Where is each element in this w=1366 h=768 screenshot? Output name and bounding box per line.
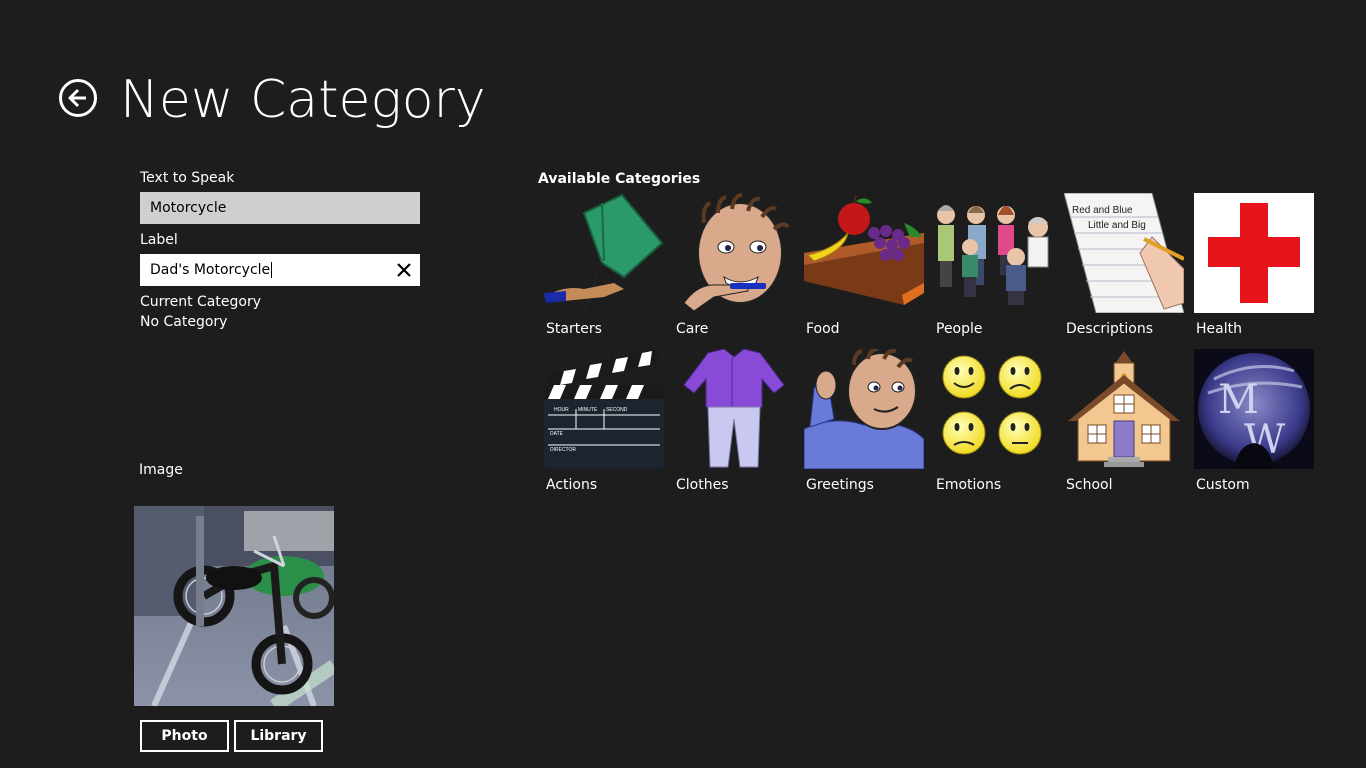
schoolhouse-icon: [1064, 349, 1184, 469]
clapperboard-icon: HOUR MINUTE SECOND DATE DIRECTOR: [544, 349, 664, 469]
smileys-icon: [934, 349, 1054, 469]
toothbrush-boy-icon: [674, 193, 794, 313]
clapper-field-hour: HOUR: [554, 407, 569, 413]
waving-boy-icon: [804, 349, 924, 469]
image-label: Image: [139, 462, 183, 478]
category-label: Descriptions: [1066, 321, 1154, 337]
flag-icon: [544, 193, 664, 313]
category-label: Food: [806, 321, 840, 337]
category-tile-actions[interactable]: HOUR MINUTE SECOND DATE DIRECTOR Actions: [544, 349, 664, 495]
category-label: Actions: [546, 477, 598, 493]
category-tile-care[interactable]: Care: [674, 193, 794, 339]
category-label: People: [936, 321, 983, 337]
category-label: Custom: [1196, 477, 1250, 493]
clothes-icon: [674, 349, 794, 469]
label-value: Dad's Motorcycle: [150, 262, 271, 278]
label-input[interactable]: Dad's Motorcycle: [140, 254, 420, 286]
motorcycle-image: [134, 506, 334, 706]
category-tile-emotions[interactable]: Emotions: [934, 349, 1054, 495]
category-tile-custom[interactable]: M W Custom: [1194, 349, 1314, 495]
food-icon: [804, 193, 924, 313]
page-title: New Category: [120, 70, 486, 130]
clapper-field-second: SECOND: [606, 407, 628, 413]
label-label: Label: [140, 232, 178, 248]
photo-button[interactable]: Photo: [140, 720, 229, 752]
clapper-field-minute: MINUTE: [578, 407, 598, 413]
category-tile-clothes[interactable]: Clothes: [674, 349, 794, 495]
app-window: New Category Text to Speak Motorcycle La…: [0, 0, 1366, 768]
current-category-label: Current Category: [140, 294, 261, 310]
red-cross-icon: [1194, 193, 1314, 313]
category-tile-starters[interactable]: Starters: [544, 193, 664, 339]
category-label: Health: [1196, 321, 1242, 337]
writing-icon: Red and Blue Little and Big: [1064, 193, 1184, 313]
back-button[interactable]: [59, 79, 97, 117]
people-icon: [934, 193, 1054, 313]
descriptions-text-line1: Red and Blue: [1072, 205, 1133, 216]
text-to-speak-input[interactable]: Motorcycle: [140, 192, 420, 224]
category-form: Text to Speak Motorcycle Label Dad's Mot…: [140, 168, 422, 332]
category-tile-food[interactable]: Food: [804, 193, 924, 339]
category-tile-greetings[interactable]: Greetings: [804, 349, 924, 495]
category-tile-people[interactable]: People: [934, 193, 1054, 339]
descriptions-text-line2: Little and Big: [1088, 220, 1146, 231]
category-label: Care: [676, 321, 709, 337]
motorcycle-photo: [134, 506, 334, 706]
category-label: Emotions: [936, 477, 1002, 493]
library-button[interactable]: Library: [234, 720, 323, 752]
category-label: School: [1066, 477, 1113, 493]
mw-logo-icon: M W: [1194, 349, 1314, 469]
clapper-field-director: DIRECTOR: [550, 447, 576, 453]
current-category-value: No Category: [140, 314, 228, 330]
available-categories-title: Available Categories: [538, 171, 701, 187]
category-label: Greetings: [806, 477, 874, 493]
category-label: Clothes: [676, 477, 729, 493]
text-to-speak-label: Text to Speak: [140, 170, 235, 186]
category-tile-school[interactable]: School: [1064, 349, 1184, 495]
clear-icon[interactable]: [396, 262, 412, 278]
category-tile-health[interactable]: Health: [1194, 193, 1314, 339]
arrow-left-icon: [68, 88, 86, 108]
clapper-field-date: DATE: [550, 431, 564, 437]
text-caret: [271, 262, 273, 278]
category-tile-descriptions[interactable]: Red and Blue Little and Big Descriptions: [1064, 193, 1184, 339]
category-label: Starters: [546, 321, 602, 337]
text-to-speak-value: Motorcycle: [150, 200, 227, 216]
